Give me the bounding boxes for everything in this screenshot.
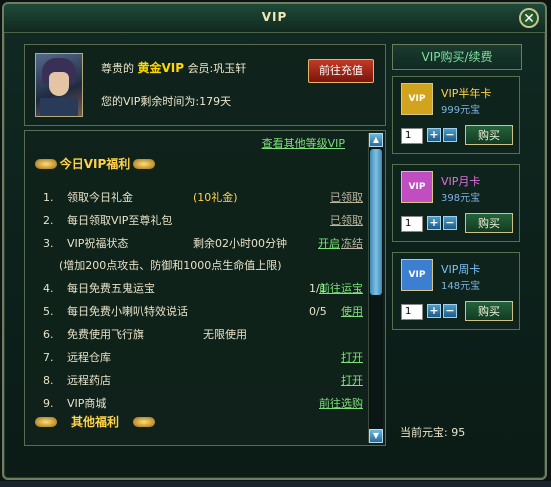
benefit-row: 4. 每日免费五鬼运宝 1/1 前往运宝 [43, 280, 363, 298]
vip-card-icon: VIP [401, 83, 433, 115]
today-benefits-header: 今日VIP福利 [35, 153, 155, 175]
benefits-scrollbar[interactable]: ▲ ▼ [368, 133, 383, 443]
member-name: 巩玉轩 [213, 62, 247, 75]
remaining-time: 您的VIP剩余时间为:179天 [101, 93, 231, 109]
bottom-bar [0, 481, 551, 487]
other-benefits-header: 其他福利 [35, 411, 155, 433]
go-shop-link[interactable]: 前往选购 [319, 395, 363, 413]
scroll-thumb[interactable] [370, 149, 382, 295]
minus-button[interactable]: − [443, 128, 457, 142]
recharge-button[interactable]: 前往充值 [308, 59, 374, 83]
benefit-row: 6. 免费使用飞行旗 无限使用 [43, 328, 247, 341]
member-prefix: 会员: [187, 62, 214, 75]
vip-shop-panel: VIP购买/续费 VIP VIP半年卡 999元宝 1 + − 购买 VIP V… [392, 44, 522, 446]
shop-header: VIP购买/续费 [392, 44, 522, 70]
claimed-status[interactable]: 已领取 [330, 189, 363, 207]
title-bar: VIP ✕ [4, 4, 545, 33]
remaining-label: 您的VIP剩余时间为: [101, 95, 200, 108]
vip-card-icon: VIP [401, 259, 433, 291]
open-storage-link[interactable]: 打开 [341, 349, 363, 367]
close-button[interactable]: ✕ [519, 8, 539, 28]
benefit-row: 8. 远程药店 打开 [43, 372, 363, 390]
quantity-input[interactable]: 1 [401, 304, 423, 320]
benefits-panel: 查看其他等级VIP 今日VIP福利 1. 领取今日礼金 (10礼金) 已领取 2… [24, 130, 386, 446]
profile-panel: 尊贵的 黄金VIP 会员:巩玉轩 您的VIP剩余时间为:179天 前往充值 [24, 44, 386, 126]
plus-button[interactable]: + [427, 216, 441, 230]
membership-prefix: 尊贵的 [101, 62, 134, 75]
vip-card-halfyear: VIP VIP半年卡 999元宝 1 + − 购买 [392, 76, 520, 154]
benefit-row: 3. VIP祝福状态 剩余02小时00分钟 开启 冻结 [43, 235, 363, 253]
minus-button[interactable]: − [443, 304, 457, 318]
vip-card-month: VIP VIP月卡 398元宝 1 + − 购买 [392, 164, 520, 242]
card-name: VIP半年卡 [441, 87, 492, 100]
benefit-note: (增加200点攻击、防御和1000点生命值上限) [59, 259, 282, 272]
enable-blessing-link[interactable]: 开启 [318, 235, 340, 253]
other-levels-link[interactable]: 查看其他等级VIP [262, 135, 345, 151]
freeze-blessing-link[interactable]: 冻结 [341, 235, 363, 253]
window-title: VIP [261, 10, 288, 24]
plus-button[interactable]: + [427, 128, 441, 142]
go-escort-link[interactable]: 前往运宝 [319, 280, 363, 298]
claimed-status[interactable]: 已领取 [330, 212, 363, 230]
balance-label: 当前元宝: [400, 426, 448, 439]
card-name: VIP月卡 [441, 175, 481, 188]
vip-card-icon: VIP [401, 171, 433, 203]
card-price: 398元宝 [441, 193, 481, 204]
card-price: 999元宝 [441, 105, 481, 116]
buy-button[interactable]: 购买 [465, 213, 513, 233]
plus-button[interactable]: + [427, 304, 441, 318]
use-horn-link[interactable]: 使用 [341, 303, 363, 321]
buy-button[interactable]: 购买 [465, 301, 513, 321]
scroll-down-icon[interactable]: ▼ [369, 429, 383, 443]
quantity-input[interactable]: 1 [401, 216, 423, 232]
benefit-row: 7. 远程仓库 打开 [43, 349, 363, 367]
quantity-input[interactable]: 1 [401, 128, 423, 144]
balance-display: 当前元宝: 95 [400, 424, 465, 440]
card-name: VIP周卡 [441, 263, 481, 276]
balance-value: 95 [451, 426, 466, 439]
scroll-up-icon[interactable]: ▲ [369, 133, 383, 147]
membership-line: 尊贵的 黄金VIP 会员:巩玉轩 [101, 59, 246, 76]
vip-card-week: VIP VIP周卡 148元宝 1 + − 购买 [392, 252, 520, 330]
benefit-row: 2. 每日领取VIP至尊礼包 已领取 [43, 212, 363, 230]
minus-button[interactable]: − [443, 216, 457, 230]
open-pharmacy-link[interactable]: 打开 [341, 372, 363, 390]
avatar [35, 53, 83, 117]
benefit-row: 1. 领取今日礼金 (10礼金) 已领取 [43, 189, 363, 207]
buy-button[interactable]: 购买 [465, 125, 513, 145]
benefit-row: 5. 每日免费小喇叭特效说话 0/5 使用 [43, 303, 363, 321]
vip-level: 黄金VIP [137, 61, 185, 75]
remaining-value: 179天 [199, 95, 232, 108]
card-price: 148元宝 [441, 281, 481, 292]
